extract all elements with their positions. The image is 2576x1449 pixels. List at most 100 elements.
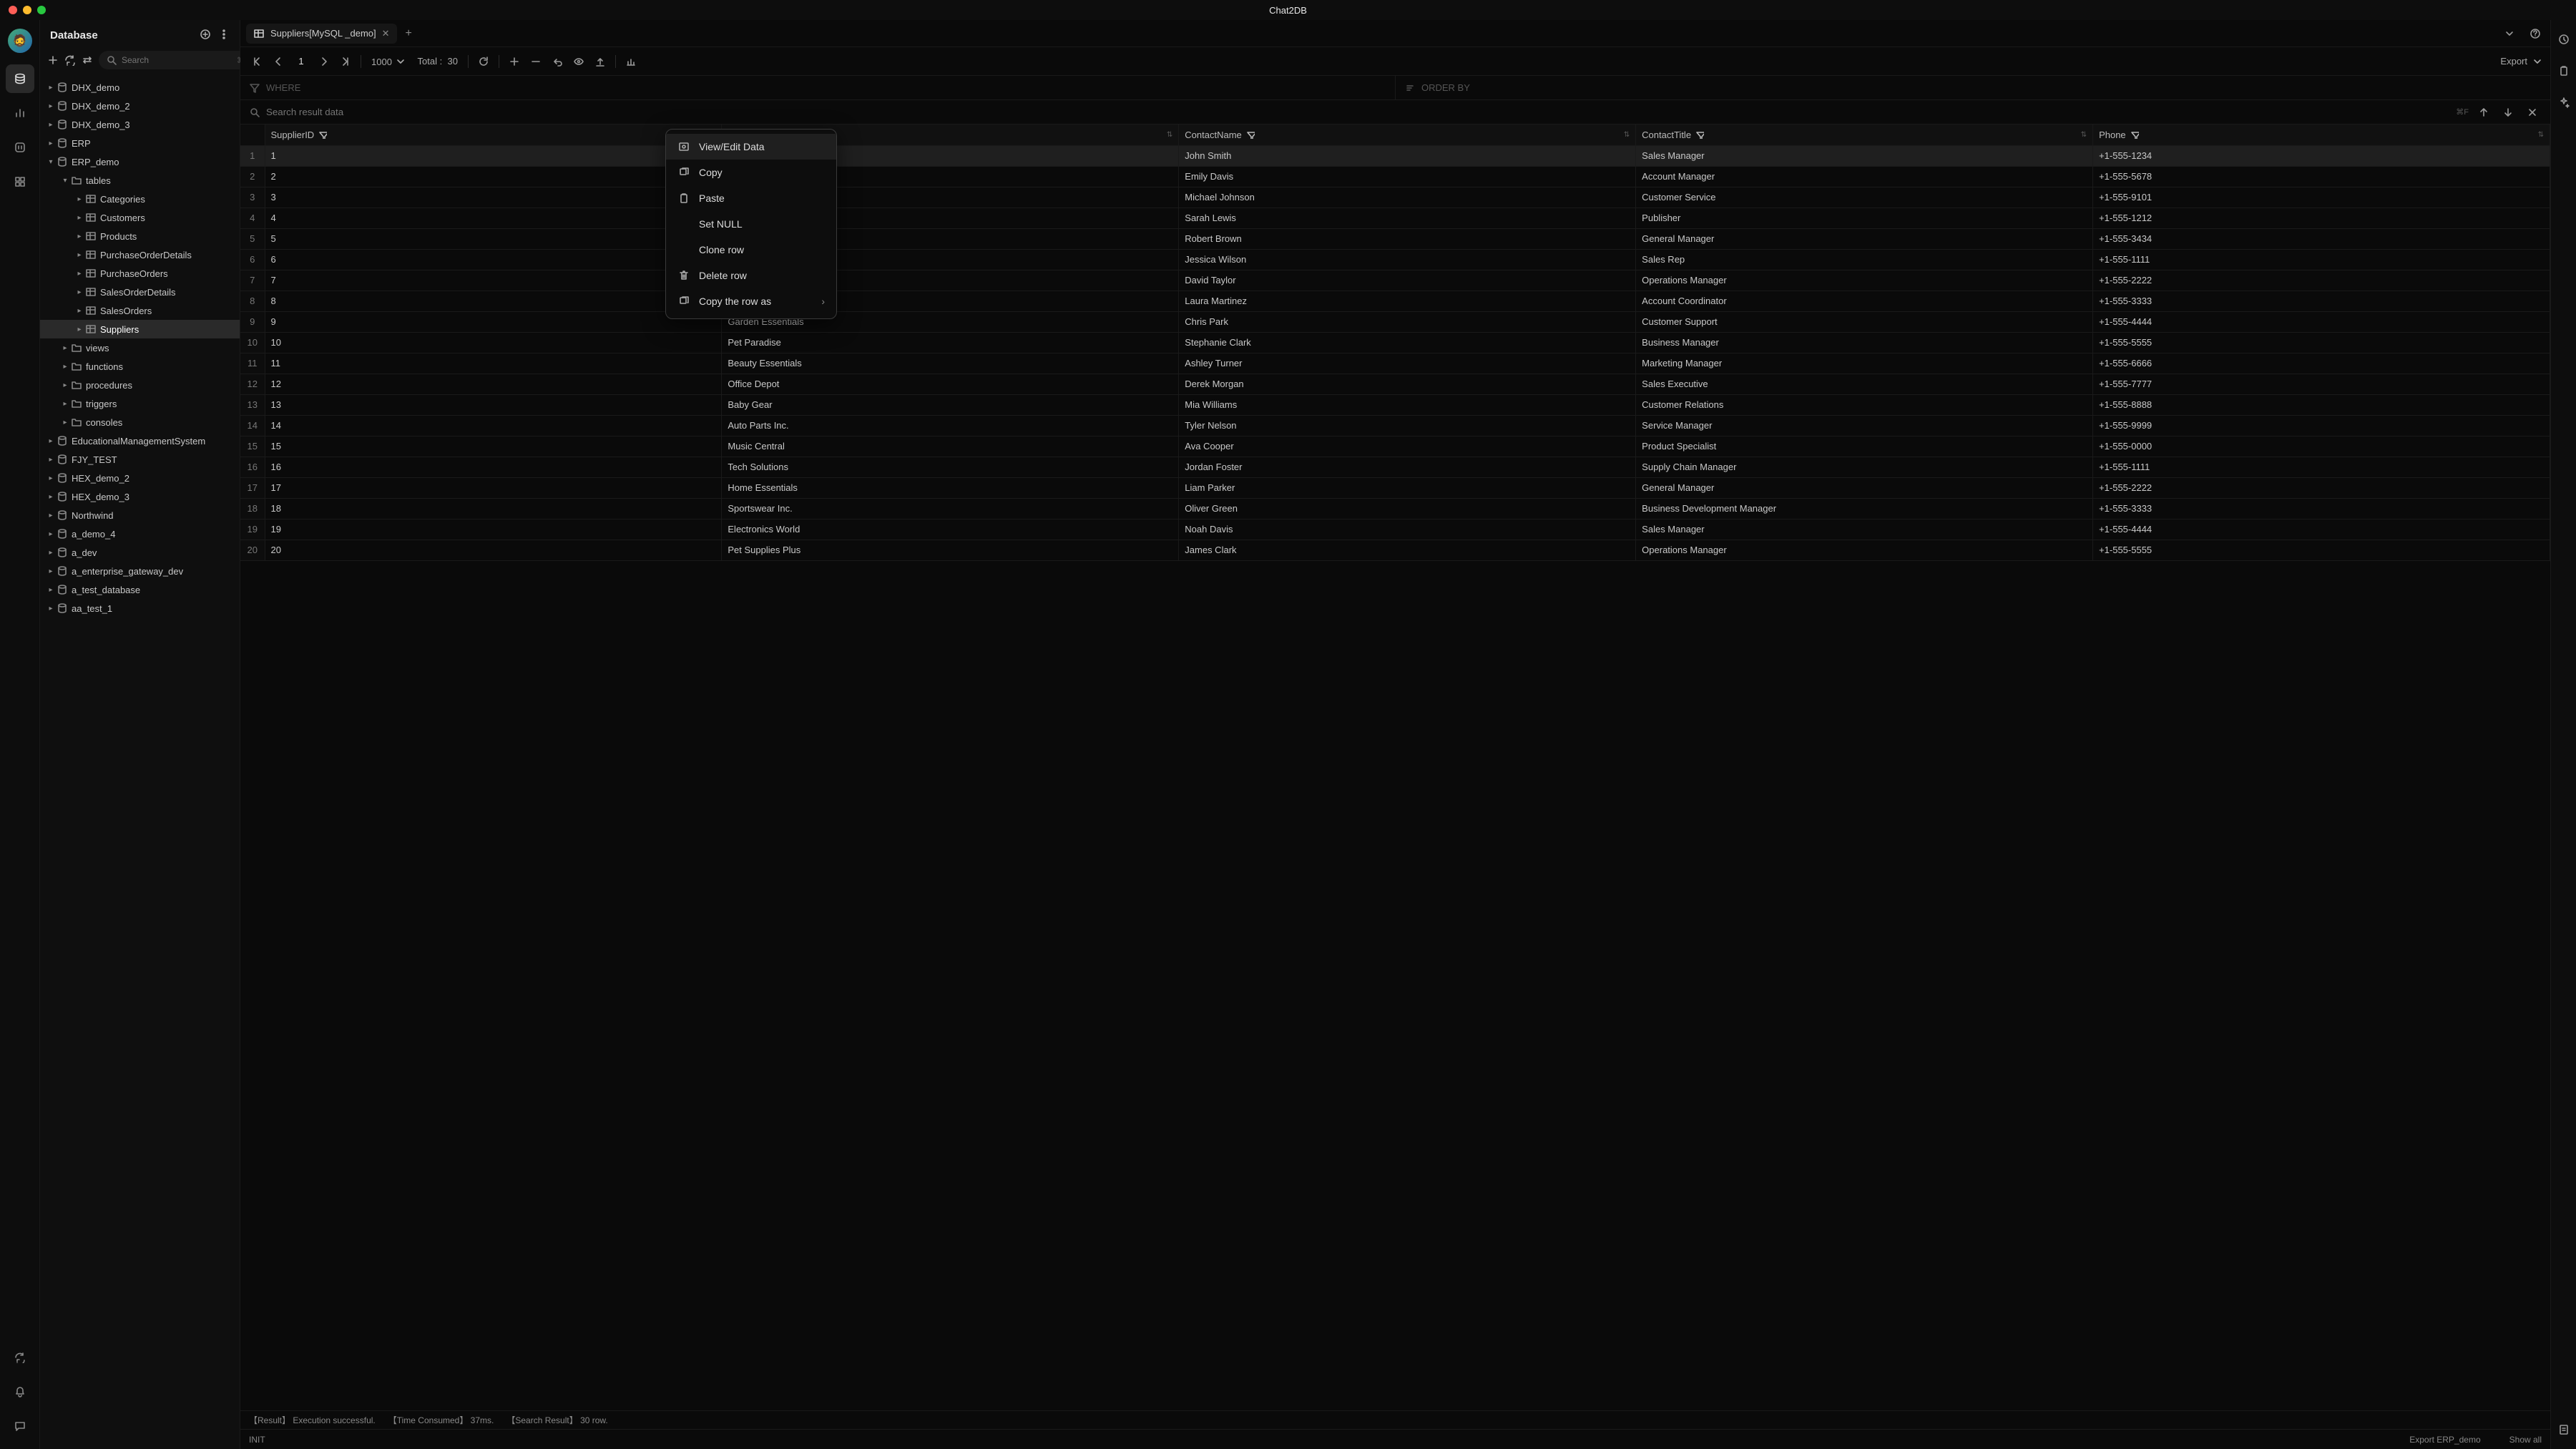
table-row[interactable]: 1717Home EssentialsLiam ParkerGeneral Ma… — [240, 477, 2550, 498]
cell[interactable]: Ashley Turner — [1179, 353, 1636, 374]
cell[interactable]: +1-555-1234 — [2093, 145, 2550, 166]
tree-node[interactable]: ▸a_test_database — [40, 580, 240, 599]
cell[interactable]: Laura Martinez — [1179, 291, 1636, 311]
cell[interactable]: +1-555-5555 — [2093, 540, 2550, 560]
table-row[interactable]: 99Garden EssentialsChris ParkCustomer Su… — [240, 311, 2550, 332]
table-row[interactable]: 1818Sportswear Inc.Oliver GreenBusiness … — [240, 498, 2550, 519]
cell[interactable]: Product Specialist — [1636, 436, 2093, 457]
tree-node[interactable]: ▸Suppliers — [40, 320, 240, 338]
cell[interactable]: Michael Johnson — [1179, 187, 1636, 208]
cell[interactable]: Publisher — [1636, 208, 2093, 228]
cell[interactable]: +1-555-7777 — [2093, 374, 2550, 394]
cell[interactable]: Oliver Green — [1179, 498, 1636, 519]
tree-node[interactable]: ▸aa_test_1 — [40, 599, 240, 618]
sort-icon[interactable]: ⇅ — [1167, 131, 1172, 139]
tree-node[interactable]: ▸DHX_demo — [40, 78, 240, 97]
cell[interactable]: 1 — [265, 145, 722, 166]
page-size[interactable]: 1000 — [367, 56, 411, 67]
tree-node[interactable]: ▸HEX_demo_3 — [40, 487, 240, 506]
search-next[interactable] — [2499, 103, 2517, 122]
cell[interactable]: +1-555-3333 — [2093, 291, 2550, 311]
cell[interactable]: Robert Brown — [1179, 228, 1636, 249]
tree-node[interactable]: ▸FJY_TEST — [40, 450, 240, 469]
sort-icon[interactable]: ⇅ — [1624, 131, 1630, 139]
cell[interactable]: Noah Davis — [1179, 519, 1636, 540]
refresh-icon[interactable] — [64, 52, 76, 68]
activity-notifications[interactable] — [6, 1377, 34, 1406]
export-button[interactable]: Export — [2500, 56, 2543, 67]
context-menu-item[interactable]: Copy — [666, 160, 836, 185]
result-search-input[interactable] — [266, 107, 2450, 117]
cell[interactable]: Sales Rep — [1636, 249, 2093, 270]
cell[interactable]: David Taylor — [1179, 270, 1636, 291]
cell[interactable]: 10 — [265, 332, 722, 353]
cell[interactable]: Chris Park — [1179, 311, 1636, 332]
new-query-icon[interactable] — [47, 52, 59, 68]
tree-node[interactable]: ▸a_enterprise_gateway_dev — [40, 562, 240, 580]
cell[interactable]: Sarah Lewis — [1179, 208, 1636, 228]
activity-sync[interactable] — [6, 1343, 34, 1372]
table-row[interactable]: 55Toy MakersRobert BrownGeneral Manager+… — [240, 228, 2550, 249]
panel-clipboard[interactable] — [2555, 62, 2573, 80]
table-row[interactable]: 11Tech Supplies Inc.John SmithSales Mana… — [240, 145, 2550, 166]
help-icon[interactable] — [2526, 24, 2545, 43]
cell[interactable]: John Smith — [1179, 145, 1636, 166]
filter-icon[interactable] — [1246, 130, 1255, 139]
cell[interactable]: Ava Cooper — [1179, 436, 1636, 457]
tree-node[interactable]: ▸Northwind — [40, 506, 240, 525]
tab-close-icon[interactable]: ✕ — [382, 28, 390, 39]
cell[interactable]: Business Manager — [1636, 332, 2093, 353]
table-row[interactable]: 1515Music CentralAva CooperProduct Speci… — [240, 436, 2550, 457]
sort-icon[interactable]: ⇅ — [2538, 131, 2544, 139]
cell[interactable]: Tech Solutions — [722, 457, 1179, 477]
cell[interactable]: 3 — [265, 187, 722, 208]
tree-node[interactable]: ▸consoles — [40, 413, 240, 431]
cell[interactable]: +1-555-4444 — [2093, 311, 2550, 332]
tree-node[interactable]: ▸a_demo_4 — [40, 525, 240, 543]
cell[interactable]: Derek Morgan — [1179, 374, 1636, 394]
table-row[interactable]: 2020Pet Supplies PlusJames ClarkOperatio… — [240, 540, 2550, 560]
cell[interactable]: 9 — [265, 311, 722, 332]
filter-icon[interactable] — [2130, 130, 2139, 139]
chart-button[interactable] — [622, 52, 640, 71]
cell[interactable]: Sportswear Inc. — [722, 498, 1179, 519]
last-page[interactable] — [336, 52, 355, 71]
swap-icon[interactable] — [82, 52, 93, 68]
cell[interactable]: Marketing Manager — [1636, 353, 2093, 374]
context-menu-item[interactable]: Set NULL — [666, 211, 836, 237]
cell[interactable]: Business Development Manager — [1636, 498, 2093, 519]
col-header[interactable]: ContactTitle⇅ — [1636, 125, 2093, 145]
table-row[interactable]: 1212Office DepotDerek MorganSales Execut… — [240, 374, 2550, 394]
cell[interactable]: Account Coordinator — [1636, 291, 2093, 311]
cell[interactable]: Sales Manager — [1636, 145, 2093, 166]
cell[interactable]: 16 — [265, 457, 722, 477]
preview-button[interactable] — [569, 52, 588, 71]
table-row[interactable]: 88Appliance WorldLaura MartinezAccount C… — [240, 291, 2550, 311]
tab-suppliers[interactable]: Suppliers[MySQL _demo] ✕ — [246, 24, 397, 44]
cell[interactable]: Liam Parker — [1179, 477, 1636, 498]
search-prev[interactable] — [2474, 103, 2493, 122]
orderby-filter[interactable]: ORDER BY — [1396, 76, 2550, 99]
cell[interactable]: Sales Executive — [1636, 374, 2093, 394]
cell[interactable]: Mia Williams — [1179, 394, 1636, 415]
cell[interactable]: Auto Parts Inc. — [722, 415, 1179, 436]
context-menu-item[interactable]: Clone row — [666, 237, 836, 263]
reload-button[interactable] — [474, 52, 493, 71]
cell[interactable]: Jessica Wilson — [1179, 249, 1636, 270]
cell[interactable]: Emily Davis — [1179, 166, 1636, 187]
cell[interactable]: 13 — [265, 394, 722, 415]
tree-node[interactable]: ▾tables — [40, 171, 240, 190]
table-row[interactable]: 66Sports Gear Ltd.Jessica WilsonSales Re… — [240, 249, 2550, 270]
commit-button[interactable] — [591, 52, 609, 71]
cell[interactable]: Jordan Foster — [1179, 457, 1636, 477]
table-row[interactable]: 1313Baby GearMia WilliamsCustomer Relati… — [240, 394, 2550, 415]
sidebar-more-icon[interactable] — [218, 29, 230, 42]
tree-node[interactable]: ▸SalesOrderDetails — [40, 283, 240, 301]
cell[interactable]: 11 — [265, 353, 722, 374]
cell[interactable]: 14 — [265, 415, 722, 436]
cell[interactable]: +1-555-2222 — [2093, 270, 2550, 291]
cell[interactable]: Pet Supplies Plus — [722, 540, 1179, 560]
tree-node[interactable]: ▸SalesOrders — [40, 301, 240, 320]
col-header[interactable]: ContactName⇅ — [1179, 125, 1636, 145]
cell[interactable]: 20 — [265, 540, 722, 560]
